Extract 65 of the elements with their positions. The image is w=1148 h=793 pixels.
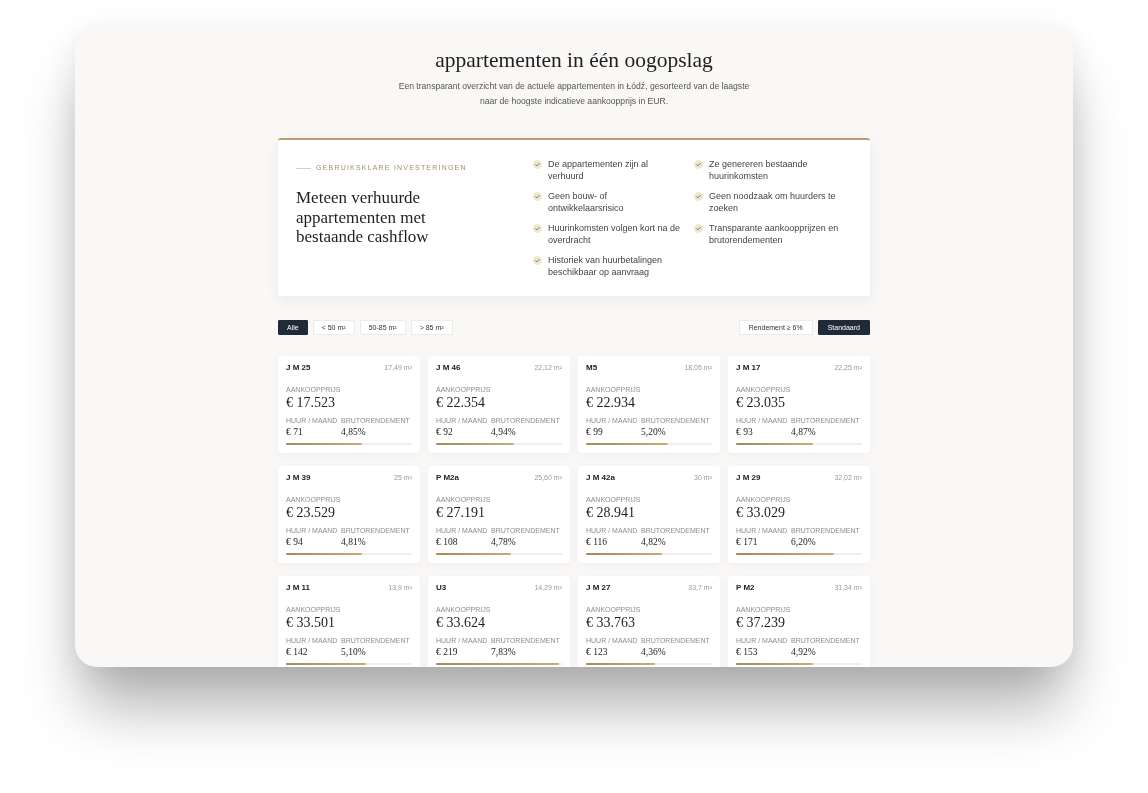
page-subtitle: Een transparant overzicht van de actuele appartementen in Łódź, gesorteerd van de laagste naar de hoogste indicatieve aankoopprijs in EUR. [397,80,751,108]
price-value: € 22.934 [586,395,636,411]
yield-value: 6,20% [791,536,817,548]
price-value: € 33.501 [286,615,336,631]
price-value: € 23.529 [286,505,336,521]
rent-value: € 94 [286,536,304,548]
apartment-name: J M 25 [286,363,311,373]
yield-value: 4,81% [341,536,367,548]
yield-value: 4,78% [491,536,517,548]
check-icon [694,191,703,201]
benefit-text: De appartementen zijn al verhuurd [548,158,650,182]
check-icon [533,255,542,265]
benefit-text: Transparante aankoopprijzen en brutorendementen [709,222,840,246]
price-value: € 22.354 [436,395,486,411]
rent-value: € 99 [586,426,604,438]
rent-value: € 92 [436,426,454,438]
price-value: € 23.035 [736,395,786,411]
check-icon [694,159,703,169]
benefit-text: Huurinkomsten volgen kort na de overdracht [548,222,682,246]
rent-value: € 142 [286,646,309,658]
check-icon [533,191,542,201]
apartment-name: M5 [586,363,598,373]
check-icon [533,223,542,233]
apartment-name: P M2 [736,583,755,593]
rent-value: € 123 [586,646,609,658]
rent-value: € 171 [736,536,759,548]
check-icon [694,223,703,233]
benefit-text: Ze genereren bestaande huurinkomsten [709,158,809,182]
yield-value: 5,10% [341,646,367,658]
rent-value: € 219 [436,646,459,658]
yield-value: 5,20% [641,426,667,438]
price-value: € 37.239 [736,615,786,631]
price-value: € 33.763 [586,615,636,631]
rent-value: € 116 [586,536,609,548]
check-icon [533,159,542,169]
yield-value: 4,92% [791,646,817,658]
rent-value: € 153 [736,646,759,658]
apartment-name: J M 39 [286,473,311,483]
yield-value: 4,85% [341,426,367,438]
price-value: € 33.624 [436,615,486,631]
price-value: € 27.191 [436,505,486,521]
benefit-text: Geen noodzaak om huurders te zoeken [709,190,837,214]
yield-value: 4,87% [791,426,817,438]
apartment-name: J M 17 [736,363,761,373]
price-value: € 17.523 [286,395,336,411]
apartment-name: U3 [436,583,447,593]
rent-value: € 108 [436,536,459,548]
apartment-name: P M2a [436,473,459,483]
apartment-name: J M 27 [586,583,611,593]
rent-value: € 93 [736,426,754,438]
yield-value: 4,94% [491,426,517,438]
rent-value: € 71 [286,426,304,438]
apartment-name: J M 11 [286,583,310,593]
apartment-name: J M 46 [436,363,461,373]
yield-value: 4,82% [641,536,667,548]
apartment-name: J M 42a [586,473,615,483]
benefit-text: Geen bouw- of ontwikkelaarsrisico [548,190,625,214]
yield-value: 4,36% [641,646,667,658]
info-heading: Meteen verhuurde appartementen met bestaande cashflow [296,188,430,247]
benefit-text: Historiek van huurbetalingen beschikbaar op aanvraag [548,254,664,278]
price-value: € 33.029 [736,505,786,521]
apartment-name: J M 29 [736,473,761,483]
price-value: € 28.941 [586,505,636,521]
page-title: appartementen in één oogopslag [434,47,714,74]
yield-value: 7,83% [491,646,517,658]
